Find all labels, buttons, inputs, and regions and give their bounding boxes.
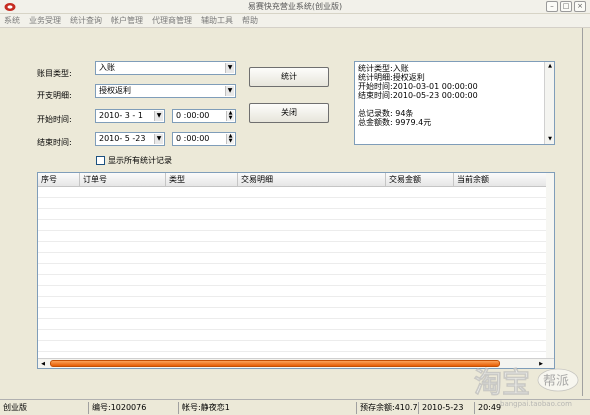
spin-updown-icon[interactable]: ▲ ▼ (226, 111, 234, 121)
start-time-label: 开始时间: (37, 115, 72, 124)
menu-help[interactable]: 帮助 (242, 14, 258, 27)
show-all-label: 显示所有统计记录 (108, 156, 172, 165)
account-type-label: 账目类型: (37, 69, 72, 78)
account-type-value: 入账 (99, 63, 115, 72)
end-date-picker[interactable]: 2010- 5 -23 ▼ (95, 132, 165, 146)
window-title: 易赛快充营业系统(创业版) (247, 2, 343, 11)
summary-line: 统计类型:入账 (358, 64, 409, 73)
status-account: 帐号:静夜恋1 (178, 402, 356, 414)
col-header-balance[interactable]: 当前余额 (454, 173, 548, 187)
summary-line: 总记录数: 94条 (358, 109, 414, 118)
detail-label: 开支明细: (37, 91, 72, 100)
start-date-value: 2010- 3 - 1 (99, 111, 143, 120)
status-number: 编号:1020076 (88, 402, 178, 414)
minimize-button[interactable]: – (546, 1, 558, 12)
close-window-button[interactable]: × (574, 1, 586, 12)
stats-button[interactable]: 统计 (249, 67, 329, 87)
menu-business[interactable]: 业务受理 (29, 14, 61, 27)
summary-line: 统计明细:授权返利 (358, 73, 425, 82)
col-header-type[interactable]: 类型 (166, 173, 238, 187)
col-header-order[interactable]: 订单号 (80, 173, 166, 187)
menu-tools[interactable]: 辅助工具 (201, 14, 233, 27)
scroll-left-icon[interactable]: ◀ (38, 359, 48, 368)
status-edition: 创业版 (3, 403, 27, 412)
status-time: 20:49 (474, 402, 590, 414)
start-date-picker[interactable]: 2010- 3 - 1 ▼ (95, 109, 165, 123)
start-time-value: 0 :00:00 (176, 111, 210, 120)
maximize-button[interactable]: □ (560, 1, 572, 12)
summary-box: 统计类型:入账 统计明细:授权返利 开始时间:2010-03-01 00:00:… (354, 61, 555, 145)
account-type-select[interactable]: 入账 ▼ (95, 61, 236, 75)
summary-line: 总金额数: 9979.4元 (358, 118, 432, 127)
table-body (38, 187, 548, 358)
table-hscroll[interactable]: ◀ ▶ (38, 358, 554, 368)
scroll-down-icon[interactable]: ▼ (545, 135, 555, 144)
end-time-value: 0 :00:00 (176, 134, 210, 143)
status-bar: 创业版 编号:1020076 帐号:静夜恋1 预存余额:410.705 2010… (0, 399, 590, 415)
summary-line: 开始时间:2010-03-01 00:00:00 (358, 82, 478, 91)
menu-system[interactable]: 系统 (4, 14, 20, 27)
table-header: 序号 订单号 类型 交易明细 交易金额 当前余额 (38, 173, 548, 187)
summary-line (358, 100, 542, 109)
end-date-value: 2010- 5 -23 (99, 134, 146, 143)
chevron-down-icon[interactable]: ▼ (225, 86, 234, 96)
hscroll-thumb[interactable] (50, 360, 500, 367)
col-header-seq[interactable]: 序号 (38, 173, 80, 187)
status-date: 2010-5-23 (418, 402, 474, 414)
menu-bar: 系统 业务受理 统计查询 帐户管理 代理商管理 辅助工具 帮助 (0, 14, 590, 28)
col-header-amount[interactable]: 交易金额 (386, 173, 454, 187)
table-vscroll[interactable] (546, 173, 554, 359)
chevron-down-icon[interactable]: ▼ (154, 134, 163, 144)
scroll-up-icon[interactable]: ▲ (545, 62, 555, 71)
col-header-detail[interactable]: 交易明细 (238, 173, 386, 187)
chevron-down-icon[interactable]: ▼ (154, 111, 163, 121)
close-button[interactable]: 关闭 (249, 103, 329, 123)
start-time-picker[interactable]: 0 :00:00 ▲ ▼ (172, 109, 236, 123)
show-all-checkbox[interactable] (96, 156, 105, 165)
records-table: 序号 订单号 类型 交易明细 交易金额 当前余额 ◀ ▶ (37, 172, 555, 369)
detail-select[interactable]: 授权返利 ▼ (95, 84, 236, 98)
menu-statistics[interactable]: 统计查询 (70, 14, 102, 27)
spin-updown-icon[interactable]: ▲ ▼ (226, 134, 234, 144)
status-balance: 预存余额:410.705 (356, 402, 418, 414)
detail-value: 授权返利 (99, 86, 131, 95)
end-time-label: 结束时间: (37, 138, 72, 147)
menu-agent[interactable]: 代理商管理 (152, 14, 192, 27)
title-bar: 易赛快充营业系统(创业版) – □ × (0, 0, 590, 14)
summary-line: 结束时间:2010-05-23 00:00:00 (358, 91, 478, 100)
end-time-picker[interactable]: 0 :00:00 ▲ ▼ (172, 132, 236, 146)
chevron-down-icon[interactable]: ▼ (225, 63, 234, 73)
menu-account[interactable]: 帐户管理 (111, 14, 143, 27)
scroll-right-icon[interactable]: ▶ (536, 359, 546, 368)
summary-scrollbar[interactable]: ▲ ▼ (544, 62, 554, 144)
